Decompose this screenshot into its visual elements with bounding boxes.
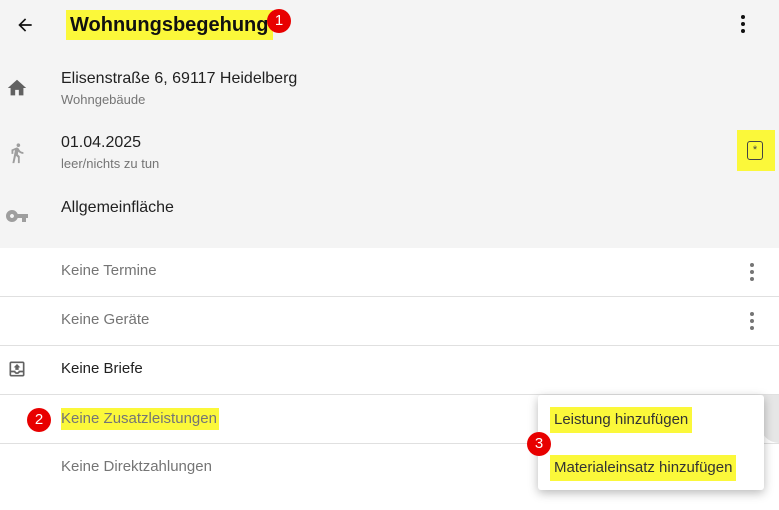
page-title: Wohnungsbegehung (66, 10, 273, 40)
annotation-badge-2: 2 (27, 408, 51, 432)
termine-label: Keine Termine (61, 262, 157, 279)
direktzahlungen-label: Keine Direktzahlungen (61, 458, 212, 475)
zusatzleistungen-label: Keine Zusatzleistungen (61, 408, 219, 430)
list-item-briefe[interactable]: Keine Briefe (0, 346, 779, 395)
note-button-label: * (747, 141, 763, 160)
arrow-left-icon[interactable] (12, 12, 38, 38)
area-label: Allgemeinfläche (61, 199, 174, 216)
list-item-geraete[interactable]: Keine Geräte (0, 297, 779, 346)
building-type: Wohngebäude (61, 92, 146, 107)
visit-date: 01.04.2025 (61, 134, 142, 151)
key-icon (5, 204, 29, 228)
more-vertical-icon[interactable] (731, 12, 755, 36)
address: Elisenstraße 6, 69117 Heidelberg (61, 70, 298, 87)
add-menu-popup: Leistung hinzufügen Materialeinsatz hinz… (538, 395, 764, 490)
annotation-badge-1: 1 (267, 9, 291, 33)
briefe-label: Keine Briefe (61, 360, 143, 377)
more-vertical-icon[interactable] (740, 260, 764, 284)
header-panel: Wohnungsbegehung 1 Elisenstraße 6, 69117… (0, 0, 779, 248)
list-item-termine[interactable]: Keine Termine (0, 248, 779, 297)
annotation-badge-3: 3 (527, 432, 551, 456)
more-vertical-icon[interactable] (740, 309, 764, 333)
add-material-menu-item[interactable]: Materialeinsatz hinzufügen (550, 455, 737, 481)
note-button[interactable]: * (737, 130, 775, 171)
add-service-menu-item[interactable]: Leistung hinzufügen (550, 407, 693, 433)
walking-person-icon (5, 141, 29, 165)
visit-status: leer/nichts zu tun (61, 156, 160, 171)
inbox-upload-icon (6, 358, 28, 380)
geraete-label: Keine Geräte (61, 311, 150, 328)
home-icon (5, 76, 29, 100)
